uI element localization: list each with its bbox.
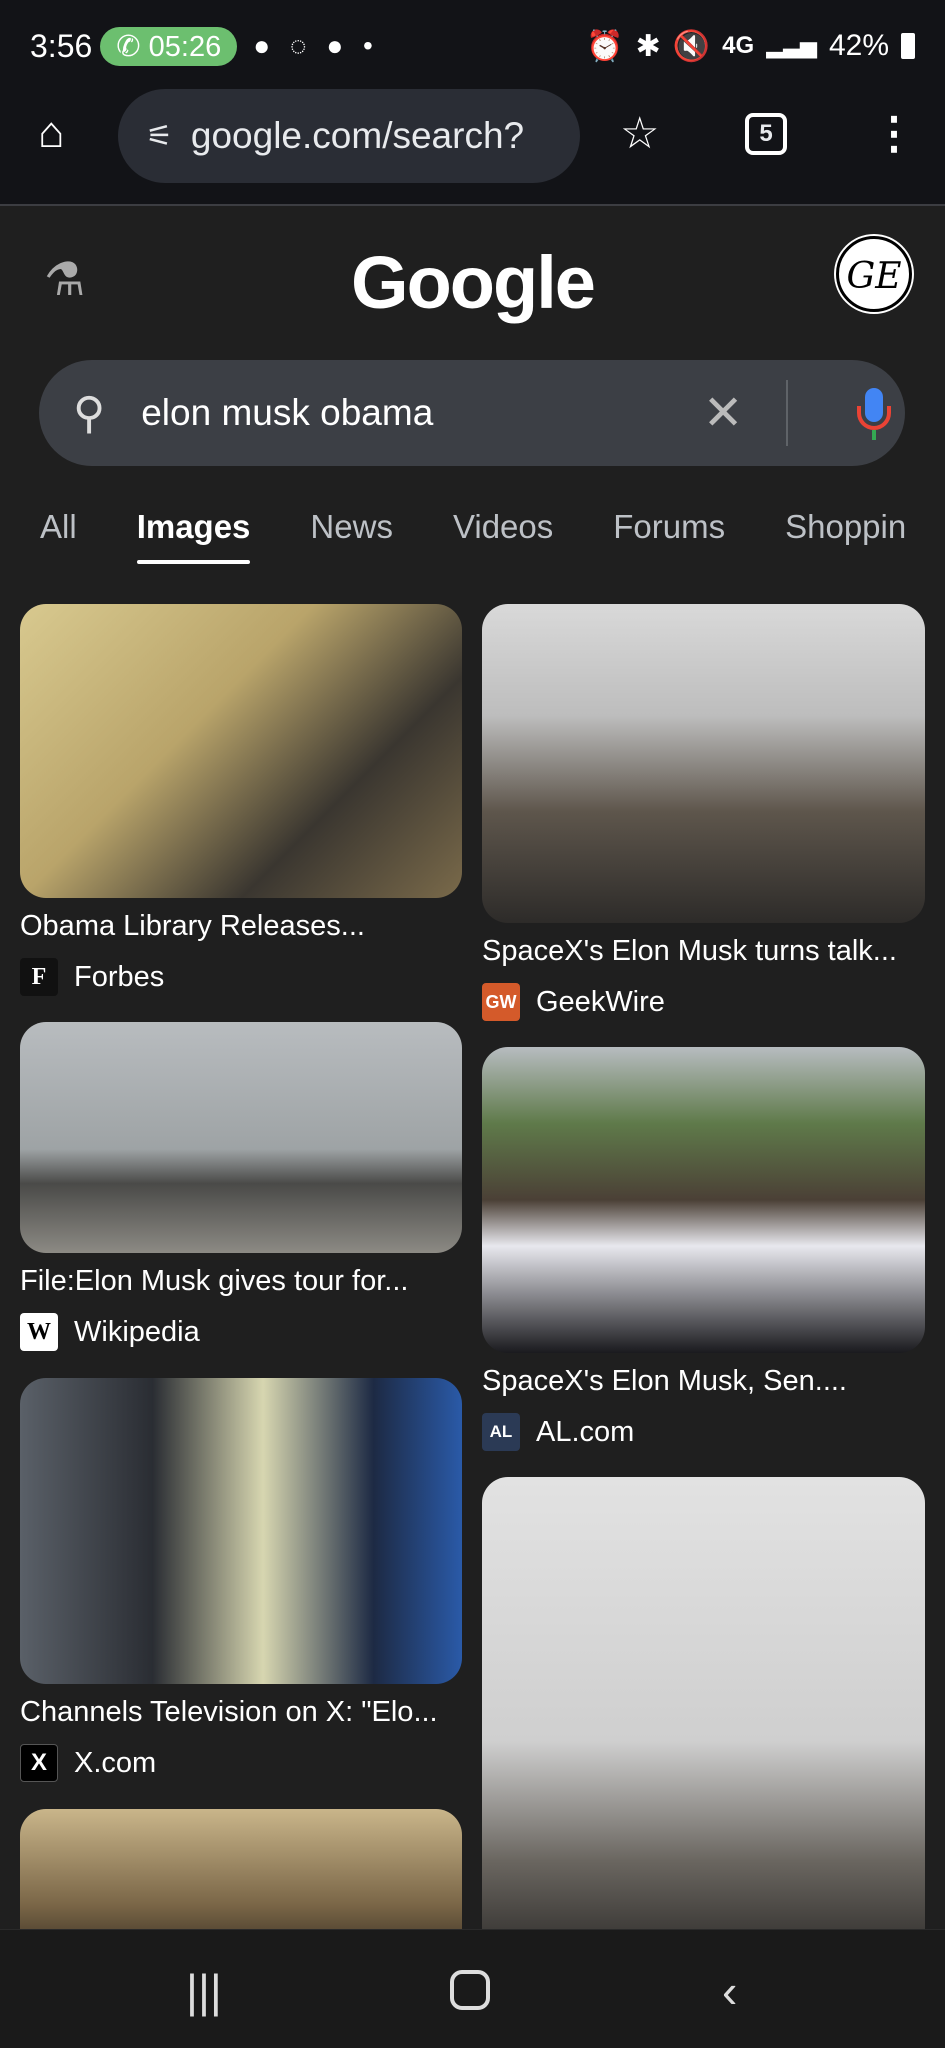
wikipedia-favicon-icon: W [20,1313,58,1351]
status-bar: 3:56 ✆ 05:26 ● ◌ ● • ⏰ ✱ 🔇 4G ▂▃▅ 42% [30,26,915,66]
result-thumbnail[interactable] [482,604,925,923]
result-thumbnail[interactable] [20,1378,462,1684]
tab-switcher-button[interactable]: 5 [745,113,787,155]
result-title[interactable]: Obama Library Releases... [20,910,462,946]
result-source: X.com [74,1746,157,1779]
result-source: Wikipedia [74,1315,200,1348]
notification-icons: ● ◌ ● • [253,30,379,61]
forbes-favicon-icon: F [20,958,58,996]
image-result[interactable]: Channels Television on X: "Elo... X X.com [20,1378,462,1782]
network-label: 4G [722,32,755,59]
signal-icon: ▂▃▅ [766,33,817,58]
tab-forums[interactable]: Forums [613,508,725,546]
search-box[interactable]: ⚲ elon musk obama ✕ [39,360,905,466]
call-timer: 05:26 [148,30,222,63]
result-thumbnail[interactable] [20,604,462,898]
result-title[interactable]: File:Elon Musk gives tour for... [20,1265,462,1301]
image-result[interactable] [482,1477,925,1957]
back-icon[interactable]: ‹ [722,1964,737,2018]
search-tabs: All Images News Videos Forums Shoppin [40,508,945,564]
call-indicator[interactable]: ✆ 05:26 [100,26,238,66]
bluetooth-icon: ✱ [635,29,661,63]
battery-icon [901,33,915,59]
result-source: GeekWire [536,985,665,1018]
tab-news[interactable]: News [310,508,393,546]
tab-images[interactable]: Images [136,508,250,564]
result-title[interactable]: SpaceX's Elon Musk, Sen.... [482,1365,925,1401]
image-result[interactable]: Obama Library Releases... F Forbes [20,604,462,996]
clear-icon[interactable]: ✕ [703,385,743,441]
home-icon[interactable]: ⌂ [38,108,65,158]
result-source: Forbes [74,960,165,993]
al-favicon-icon: AL [482,1413,520,1451]
x-favicon-icon: X [20,1744,58,1782]
battery-percent: 42% [828,29,889,62]
image-result[interactable]: SpaceX's Elon Musk, Sen.... AL AL.com [482,1047,925,1451]
tab-videos[interactable]: Videos [453,508,553,546]
account-avatar[interactable]: GE [836,236,912,312]
tab-shopping[interactable]: Shoppin [785,508,906,546]
more-menu-icon[interactable]: ⋮ [872,108,916,159]
geekwire-favicon-icon: GW [482,983,520,1021]
system-nav-bar: ||| ‹ [0,1929,945,2048]
result-thumbnail[interactable] [482,1047,925,1353]
url-text: google.com/search? [190,115,525,156]
result-thumbnail[interactable] [482,1477,925,1957]
result-title[interactable]: Channels Television on X: "Elo... [20,1696,462,1732]
clock: 3:56 [30,27,93,64]
image-result[interactable]: File:Elon Musk gives tour for... W Wikipe… [20,1022,462,1351]
search-icon: ⚲ [73,388,106,438]
browser-toolbar: 3:56 ✆ 05:26 ● ◌ ● • ⏰ ✱ 🔇 4G ▂▃▅ 42% ⌂ … [0,0,945,206]
mute-icon: 🔇 [672,29,711,63]
google-logo[interactable]: Google [0,240,945,325]
search-input[interactable]: elon musk obama [141,392,433,434]
recent-apps-icon[interactable]: ||| [186,1964,222,2018]
site-settings-icon[interactable]: ⚟ [146,119,173,154]
alarm-icon: ⏰ [586,29,624,63]
result-thumbnail[interactable] [20,1022,462,1253]
tab-all[interactable]: All [40,508,77,546]
image-result[interactable]: SpaceX's Elon Musk turns talk... GW GeekW… [482,604,925,1021]
divider [786,380,788,446]
bookmark-star-icon[interactable]: ☆ [620,108,659,159]
address-bar[interactable]: ⚟ google.com/search? [118,89,580,183]
home-nav-icon[interactable] [450,1970,490,2010]
result-title[interactable]: SpaceX's Elon Musk turns talk... [482,935,925,971]
result-source: AL.com [536,1415,635,1448]
